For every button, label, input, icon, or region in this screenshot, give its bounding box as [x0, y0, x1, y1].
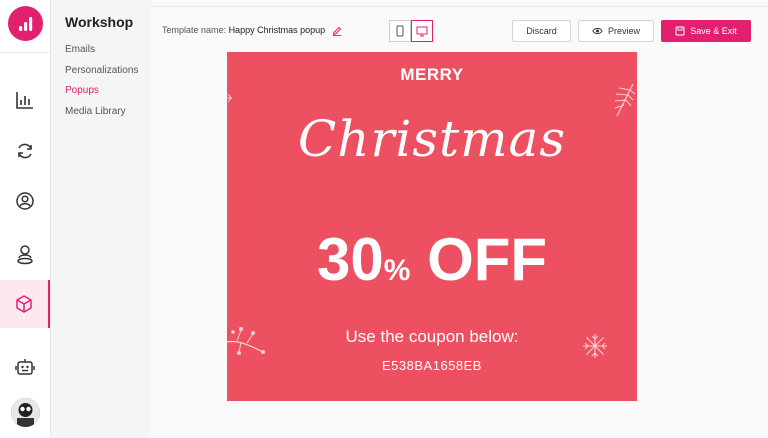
preview-label: Preview [607, 26, 640, 36]
contacts-icon [16, 192, 34, 210]
workshop-sidebar: Workshop Emails Personalizations Popups … [51, 0, 151, 438]
desktop-view-button[interactable] [411, 20, 433, 42]
rail-item-analytics[interactable] [0, 76, 50, 124]
mobile-view-button[interactable] [389, 20, 411, 42]
rail-item-bot[interactable] [0, 343, 50, 391]
refresh-icon [18, 143, 32, 159]
user-pin-icon [17, 245, 33, 265]
editor-main: Template name: Happy Christmas popup Dis… [151, 0, 768, 438]
sidebar-title: Workshop [65, 14, 134, 30]
template-name-label: Template name: [162, 25, 227, 35]
sidebar-item-media-library[interactable]: Media Library [65, 106, 126, 117]
popup-merry-text[interactable]: MERRY [227, 65, 637, 85]
rail-divider [0, 52, 50, 53]
edit-pencil-icon[interactable] [332, 26, 342, 36]
sidebar-item-personalizations[interactable]: Personalizations [65, 65, 138, 76]
popup-christmas-text[interactable]: Christmas [227, 110, 637, 168]
popup-discount-text[interactable]: 30% OFF [227, 230, 637, 290]
mobile-icon [396, 25, 404, 37]
app-window: Workshop Emails Personalizations Popups … [0, 0, 768, 438]
popup-coupon-code[interactable]: E538BA1658EB [227, 358, 637, 373]
rail-item-audience[interactable] [0, 230, 50, 278]
save-exit-button[interactable]: Save & Exit [661, 20, 751, 42]
header-divider [151, 6, 768, 7]
icon-rail [0, 0, 51, 438]
eye-icon [592, 27, 603, 35]
logo-bars-icon [19, 17, 33, 31]
preview-button[interactable]: Preview [578, 20, 654, 42]
save-icon [675, 26, 685, 36]
template-name-row: Template name: Happy Christmas popup [162, 25, 342, 36]
discount-percent: % [383, 254, 411, 287]
discount-number: 30 [316, 226, 384, 293]
brand-logo[interactable] [8, 6, 43, 41]
desktop-icon [416, 26, 428, 37]
discount-off: OFF [427, 226, 548, 293]
analytics-icon [16, 92, 33, 109]
rail-item-contacts[interactable] [0, 177, 50, 225]
snowflake-partial-icon [227, 93, 232, 103]
discard-label: Discard [526, 26, 557, 36]
sidebar-item-popups[interactable]: Popups [65, 85, 99, 96]
template-name-value: Happy Christmas popup [228, 25, 326, 35]
sidebar-item-emails[interactable]: Emails [65, 44, 95, 55]
popup-coupon-label[interactable]: Use the coupon below: [227, 327, 637, 347]
user-avatar[interactable] [11, 398, 40, 427]
cube-icon [16, 295, 32, 313]
save-exit-label: Save & Exit [690, 26, 737, 36]
bot-icon [15, 359, 35, 375]
rail-item-workshop[interactable] [0, 280, 50, 328]
device-toggle [389, 20, 433, 42]
discard-button[interactable]: Discard [512, 20, 571, 42]
popup-canvas[interactable]: MERRY Christmas 30% OFF Use the coupon b… [227, 52, 637, 401]
avatar-image [11, 398, 40, 427]
rail-item-automation[interactable] [0, 127, 50, 175]
